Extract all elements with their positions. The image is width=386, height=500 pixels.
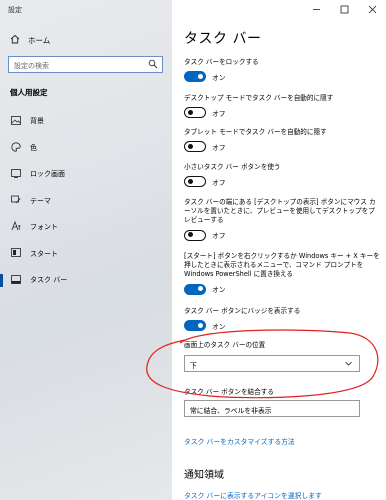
lock-screen-icon [10,168,21,180]
minimize-icon [312,5,321,17]
close-button[interactable] [358,0,386,22]
lock-taskbar-toggle[interactable] [184,71,206,83]
setting-small-buttons: 小さいタスク バー ボタンを使う オフ [184,163,380,188]
sidebar-item-taskbar[interactable]: タスク バー [0,267,172,294]
notification-area-heading: 通知領域 [184,470,224,481]
badges-toggle[interactable] [184,320,206,332]
setting-label: 小さいタスク バー ボタンを使う [184,163,281,171]
sidebar-item-fonts[interactable]: フォント [0,214,172,241]
sidebar-item-start[interactable]: スタート [0,241,172,268]
window-controls [302,0,386,22]
setting-label: タスク バーの端にある [デスクトップの表示] ボタンにマウス カーソルを置いた… [184,198,376,225]
peek-preview-toggle[interactable] [184,229,206,241]
home-label: ホーム [28,35,51,45]
start-icon [10,248,21,259]
dropdown-value: 常に結合、ラベルを非表示 [190,407,272,416]
home-link[interactable]: ホーム [10,34,50,46]
autohide-desktop-toggle[interactable] [184,107,206,119]
theme-brush-icon [10,195,21,207]
setting-taskbar-position: 画面上のタスク バーの位置 下 [184,341,380,373]
powershell-toggle[interactable] [184,283,206,295]
sidebar-nav: 背景 色 ロック画面 テーマ フォント スタート タスク バー [0,108,172,294]
taskbar-icon [10,274,21,286]
home-icon [10,34,20,46]
sidebar-item-background[interactable]: 背景 [0,108,172,135]
toggle-state: オフ [212,143,226,152]
font-icon [10,221,21,233]
setting-powershell: [スタート] ボタンを右クリックするか Windows キー + X キーを押し… [184,252,380,295]
sidebar-item-label: 背景 [30,117,44,126]
maximize-button[interactable] [330,0,358,22]
toggle-state: オフ [212,109,226,118]
search-icon[interactable] [148,59,158,72]
setting-label: 画面上のタスク バーの位置 [184,341,266,349]
setting-label: タスク バー ボタンにバッジを表示する [184,307,301,315]
sidebar: 設定 ホーム 設定の検索 個人用設定 背景 色 ロック画面 テーマ フォント ス… [0,0,172,500]
sidebar-item-label: フォント [30,223,58,232]
app-title: 設定 [8,6,22,14]
toggle-state: オン [212,322,226,331]
notification-icons-link[interactable]: タスク バーに表示するアイコンを選択します [184,490,322,500]
toggle-state: オフ [212,178,226,187]
setting-autohide-desktop: デスクトップ モードでタスク バーを自動的に隠す オフ [184,94,380,119]
setting-label: タスク バー ボタンを結合する [184,388,274,396]
sidebar-item-label: 色 [30,143,37,152]
taskbar-position-dropdown[interactable]: 下 [184,355,360,373]
close-icon [368,5,377,17]
toggle-state: オン [212,286,226,295]
sidebar-item-lock-screen[interactable]: ロック画面 [0,161,172,188]
setting-autohide-tablet: タブレット モードでタスク バーを自動的に隠す オフ [184,128,380,153]
sidebar-item-color[interactable]: 色 [0,135,172,162]
minimize-button[interactable] [302,0,330,22]
autohide-tablet-toggle[interactable] [184,141,206,153]
sidebar-item-label: スタート [30,249,58,258]
main-panel: タスク バー タスク バーをロックする オン デスクトップ モードでタスク バー… [172,0,386,500]
search-placeholder: 設定の検索 [14,61,49,70]
sidebar-item-label: テーマ [30,196,51,205]
image-icon [10,115,21,127]
search-input[interactable]: 設定の検索 [8,56,163,73]
page-title: タスク バー [184,31,262,47]
sidebar-item-label: タスク バー [30,276,68,285]
combine-buttons-dropdown[interactable]: 常に結合、ラベルを非表示 [184,400,360,418]
toggle-state: オン [212,73,226,82]
setting-label: タブレット モードでタスク バーを自動的に隠す [184,128,327,136]
sidebar-item-label: ロック画面 [30,170,65,179]
setting-combine-buttons: タスク バー ボタンを結合する 常に結合、ラベルを非表示 [184,388,380,418]
section-title: 個人用設定 [10,88,48,97]
maximize-icon [340,5,349,17]
setting-badges: タスク バー ボタンにバッジを表示する オン [184,307,380,332]
setting-peek-preview: タスク バーの端にある [デスクトップの表示] ボタンにマウス カーソルを置いた… [184,198,380,241]
setting-label: [スタート] ボタンを右クリックするか Windows キー + X キーを押し… [184,252,380,279]
customize-taskbar-link[interactable]: タスク バーをカスタマイズする方法 [184,436,295,446]
sidebar-item-theme[interactable]: テーマ [0,188,172,215]
palette-icon [10,142,21,154]
setting-lock-taskbar: タスク バーをロックする オン [184,58,380,83]
setting-label: タスク バーをロックする [184,58,259,66]
small-buttons-toggle[interactable] [184,176,206,188]
setting-label: デスクトップ モードでタスク バーを自動的に隠す [184,94,334,102]
chevron-down-icon [344,359,353,370]
dropdown-value: 下 [190,362,197,371]
toggle-state: オフ [212,232,226,241]
